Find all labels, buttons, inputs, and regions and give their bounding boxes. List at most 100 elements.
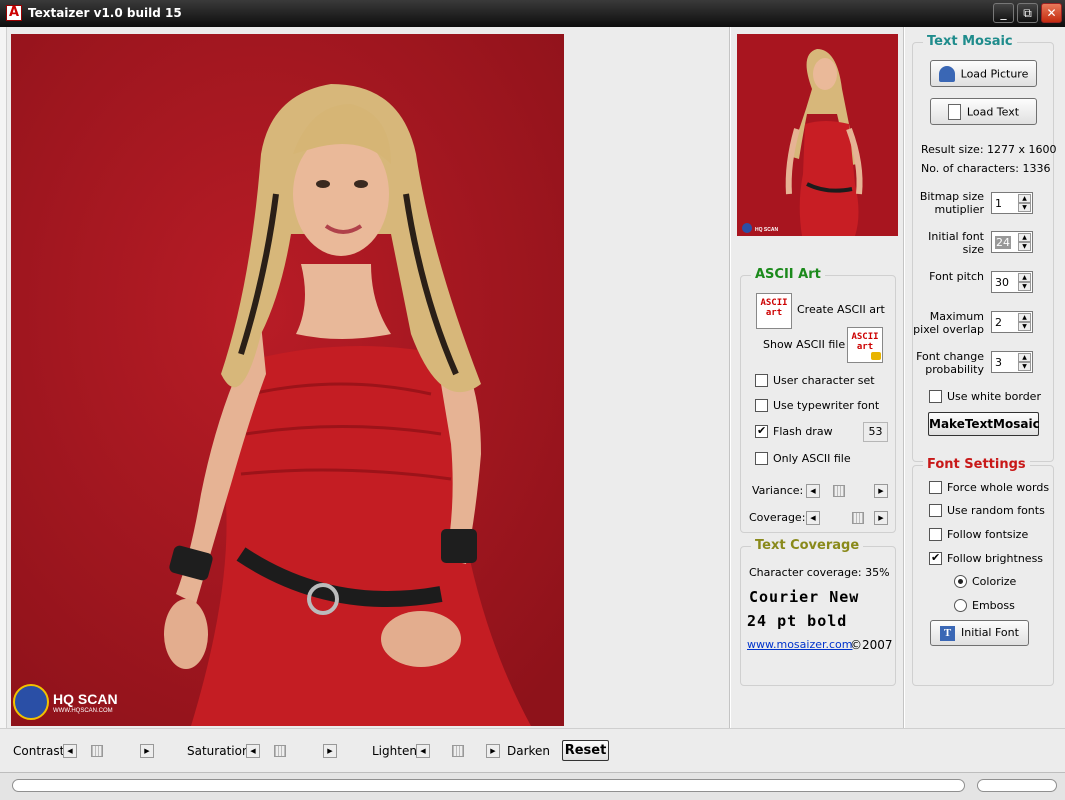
contrast-slider[interactable]: ◀ ▶ [63, 744, 154, 759]
separator-1 [729, 27, 731, 772]
spin-up-icon[interactable]: ▲ [1018, 233, 1031, 242]
initial-font-size-spinner[interactable]: 24 ▲ ▼ [991, 231, 1033, 253]
photo-image [11, 34, 564, 726]
font-change-probability-label: Font change probability [916, 350, 984, 376]
random-fonts-checkbox[interactable]: Use random fonts [929, 504, 1045, 517]
font-pitch-spinner[interactable]: 30 ▲ ▼ [991, 271, 1033, 293]
minimize-button[interactable]: _ [993, 3, 1014, 23]
hqscan-logo-icon [13, 684, 49, 720]
checkbox-box[interactable] [755, 399, 768, 412]
follow-brightness-checkbox[interactable]: Follow brightness [929, 551, 1043, 565]
font-pitch-label: Font pitch [929, 270, 984, 283]
contrast-label: Contrast [13, 744, 65, 758]
pixel-overlap-label: Maximum pixel overlap [913, 310, 984, 336]
scroll-right-arrow-icon[interactable]: ▶ [874, 511, 888, 525]
darken-label: Darken [507, 744, 551, 758]
spin-down-icon[interactable]: ▼ [1018, 322, 1031, 331]
scroll-left-arrow-icon[interactable]: ◀ [416, 744, 430, 758]
radio-dot[interactable] [954, 599, 967, 612]
show-ascii-file-icon[interactable]: ASCII art [847, 327, 883, 363]
left-edge [0, 27, 7, 772]
maximize-button[interactable]: ⧉ [1017, 3, 1038, 23]
checkbox-box[interactable] [755, 452, 768, 465]
character-coverage: Character coverage: 35% [749, 566, 890, 579]
initial-font-button[interactable]: T Initial Font [930, 620, 1029, 646]
spin-down-icon[interactable]: ▼ [1018, 203, 1031, 212]
text-mosaic-title: Text Mosaic [923, 34, 1017, 49]
status-bar [0, 772, 1065, 800]
thumbnail-watermark: HQ SCAN [755, 227, 778, 233]
load-text-button[interactable]: Load Text [930, 98, 1037, 125]
num-characters-text: No. of characters: 1336 [921, 162, 1051, 175]
checkbox-box[interactable] [929, 551, 942, 565]
spin-down-icon[interactable]: ▼ [1018, 282, 1031, 291]
ascii-art-title: ASCII Art [751, 267, 825, 282]
make-text-mosaic-button[interactable]: MakeTextMosaic [928, 412, 1040, 436]
checkbox-box[interactable] [929, 528, 942, 541]
spin-up-icon[interactable]: ▲ [1018, 273, 1031, 282]
load-picture-button[interactable]: Load Picture [930, 60, 1037, 87]
scroll-left-arrow-icon[interactable]: ◀ [806, 511, 820, 525]
close-button[interactable]: ✕ [1041, 3, 1062, 23]
window-title: Textaizer v1.0 build 15 [28, 6, 182, 20]
brightness-slider[interactable]: ◀ ▶ [416, 744, 500, 759]
user-charset-checkbox[interactable]: User character set [755, 374, 875, 387]
coverage-slider-thumb[interactable] [852, 512, 864, 524]
checkbox-box[interactable] [755, 424, 768, 438]
saturation-slider[interactable]: ◀ ▶ [246, 744, 337, 759]
font-size-display: 24 pt bold [747, 612, 848, 630]
lighten-label: Lighten [372, 744, 417, 758]
text-coverage-title: Text Coverage [751, 538, 864, 553]
spin-down-icon[interactable]: ▼ [1018, 242, 1031, 251]
checkbox-box[interactable] [755, 374, 768, 387]
status-panel-right [977, 779, 1057, 792]
bitmap-multiplier-label: Bitmap size mutiplier [919, 190, 984, 216]
only-ascii-checkbox[interactable]: Only ASCII file [755, 452, 851, 465]
bitmap-multiplier-spinner[interactable]: 1 ▲ ▼ [991, 192, 1033, 214]
scroll-right-arrow-icon[interactable]: ▶ [874, 484, 888, 498]
separator-2 [903, 27, 905, 772]
checkbox-box[interactable] [929, 481, 942, 494]
emboss-radio[interactable]: Emboss [954, 599, 1015, 612]
coverage-slider[interactable]: ◀ ▶ [806, 511, 888, 526]
saturation-slider-thumb[interactable] [274, 745, 286, 757]
mosaizer-link[interactable]: www.mosaizer.com [747, 638, 853, 651]
font-settings-title: Font Settings [923, 457, 1030, 472]
brightness-slider-thumb[interactable] [452, 745, 464, 757]
scroll-left-arrow-icon[interactable]: ◀ [63, 744, 77, 758]
variance-slider[interactable]: ◀ ▶ [806, 484, 888, 499]
coverage-label: Coverage: [749, 511, 806, 524]
font-icon: T [940, 625, 956, 641]
pixel-overlap-spinner[interactable]: 2 ▲ ▼ [991, 311, 1033, 333]
scroll-right-arrow-icon[interactable]: ▶ [140, 744, 154, 758]
checkbox-box[interactable] [929, 390, 942, 403]
force-whole-words-checkbox[interactable]: Force whole words [929, 481, 1049, 494]
main-window: HQ SCAN WWW.HQSCAN.COM HQ SCAN ASCII Art… [0, 27, 1065, 800]
font-change-probability-spinner[interactable]: 3 ▲ ▼ [991, 351, 1033, 373]
scroll-right-arrow-icon[interactable]: ▶ [486, 744, 500, 758]
typewriter-font-checkbox[interactable]: Use typewriter font [755, 399, 879, 412]
scroll-right-arrow-icon[interactable]: ▶ [323, 744, 337, 758]
spin-up-icon[interactable]: ▲ [1018, 194, 1031, 203]
thumbnail-preview: HQ SCAN [737, 34, 898, 236]
reset-button[interactable]: Reset [562, 740, 609, 761]
show-ascii-label: Show ASCII file [763, 338, 846, 351]
white-border-checkbox[interactable]: Use white border [929, 390, 1041, 403]
create-ascii-icon[interactable]: ASCII art [756, 293, 792, 329]
spin-up-icon[interactable]: ▲ [1018, 313, 1031, 322]
spin-down-icon[interactable]: ▼ [1018, 362, 1031, 371]
colorize-radio[interactable]: Colorize [954, 575, 1016, 588]
contrast-slider-thumb[interactable] [91, 745, 103, 757]
main-picture[interactable]: HQ SCAN WWW.HQSCAN.COM [11, 34, 564, 726]
title-bar: Textaizer v1.0 build 15 _ ⧉ ✕ [0, 0, 1065, 27]
font-name-display: Courier New [749, 588, 860, 606]
scroll-left-arrow-icon[interactable]: ◀ [246, 744, 260, 758]
flash-draw-checkbox[interactable]: Flash draw [755, 424, 833, 438]
initial-font-size-label: Initial font size [928, 230, 984, 256]
spin-up-icon[interactable]: ▲ [1018, 353, 1031, 362]
radio-dot[interactable] [954, 575, 967, 588]
scroll-left-arrow-icon[interactable]: ◀ [806, 484, 820, 498]
variance-slider-thumb[interactable] [833, 485, 845, 497]
follow-fontsize-checkbox[interactable]: Follow fontsize [929, 528, 1028, 541]
checkbox-box[interactable] [929, 504, 942, 517]
